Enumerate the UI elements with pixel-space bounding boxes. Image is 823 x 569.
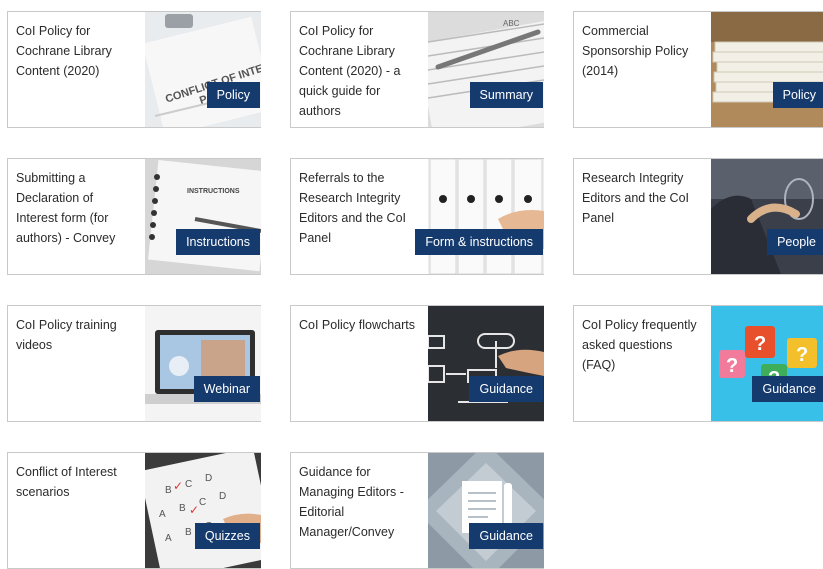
card-title: CoI Policy for Cochrane Library Content … xyxy=(16,24,112,78)
card-badge: Guidance xyxy=(469,376,543,402)
card-title: CoI Policy frequently asked questions (F… xyxy=(582,318,697,372)
svg-text:C: C xyxy=(185,479,192,490)
card-conflict-scenarios[interactable]: Conflict of Interest scenarios BCD ABCD … xyxy=(7,452,261,569)
svg-text:D: D xyxy=(205,473,212,484)
card-badge: Summary xyxy=(469,82,543,108)
svg-text:✓: ✓ xyxy=(189,503,199,517)
card-research-integrity-editors[interactable]: Research Integrity Editors and the CoI P… xyxy=(573,158,823,275)
svg-text:B: B xyxy=(179,503,186,514)
question-bubbles-icon: ???? xyxy=(711,306,823,421)
paper-stack-icon xyxy=(711,12,823,127)
laptop-video-icon xyxy=(145,306,261,421)
card-title: Research Integrity Editors and the CoI P… xyxy=(582,171,690,225)
card-badge: Guidance xyxy=(469,523,543,549)
card-badge: Guidance xyxy=(752,376,823,402)
svg-text:B: B xyxy=(165,485,172,496)
person-glasses-icon xyxy=(711,159,823,274)
card-badge: Quizzes xyxy=(194,523,260,549)
svg-text:INSTRUCTIONS: INSTRUCTIONS xyxy=(187,188,240,195)
flowchart-board-icon xyxy=(428,306,544,421)
svg-text:B: B xyxy=(185,527,192,538)
card-coi-quick-guide[interactable]: CoI Policy for Cochrane Library Content … xyxy=(290,11,544,128)
card-commercial-sponsorship[interactable]: Commercial Sponsorship Policy (2014) Pol… xyxy=(573,11,823,128)
svg-text:?: ? xyxy=(726,355,738,377)
card-title: Referrals to the Research Integrity Edit… xyxy=(299,171,407,245)
card-badge: Form & instructions xyxy=(415,229,543,255)
svg-text:?: ? xyxy=(796,344,808,366)
card-training-videos[interactable]: CoI Policy training videos Webinar xyxy=(7,305,261,422)
card-coi-faq[interactable]: CoI Policy frequently asked questions (F… xyxy=(573,305,823,422)
svg-text:A: A xyxy=(165,533,172,544)
card-coi-policy-library-content[interactable]: CoI Policy for Cochrane Library Content … xyxy=(7,11,261,128)
card-badge: People xyxy=(767,229,823,255)
card-badge: Policy xyxy=(772,82,823,108)
svg-text:✓: ✓ xyxy=(173,479,183,493)
conflict-of-interest-document-icon: CONFLICT OF INTEREST POLICY xyxy=(145,12,261,127)
card-badge: Instructions xyxy=(176,229,260,255)
card-title: Commercial Sponsorship Policy (2014) xyxy=(582,24,689,78)
card-coi-flowcharts[interactable]: CoI Policy flowcharts Guidance xyxy=(290,305,544,422)
card-title: CoI Policy flowcharts xyxy=(299,318,416,332)
svg-text:?: ? xyxy=(754,333,766,355)
card-title: Submitting a Declaration of Interest for… xyxy=(16,171,116,245)
card-submitting-declaration[interactable]: Submitting a Declaration of Interest for… xyxy=(7,158,261,275)
svg-text:ABC: ABC xyxy=(503,19,520,28)
card-referrals-research-integrity[interactable]: Referrals to the Research Integrity Edit… xyxy=(290,158,544,275)
document-pen-icon xyxy=(428,453,544,568)
card-badge: Policy xyxy=(206,82,260,108)
card-title: CoI Policy for Cochrane Library Content … xyxy=(299,24,401,118)
svg-text:A: A xyxy=(159,509,166,520)
card-title: Conflict of Interest scenarios xyxy=(16,465,117,499)
card-title: CoI Policy training videos xyxy=(16,318,117,352)
binders-hand-icon xyxy=(428,159,544,274)
card-guidance-managing-editors[interactable]: Guidance for Managing Editors - Editoria… xyxy=(290,452,544,569)
notebook-pen-icon: ABC xyxy=(428,12,544,127)
quiz-tablet-icon: BCD ABCD ABC ✓✓ xyxy=(145,453,261,568)
card-badge: Webinar xyxy=(193,376,260,402)
card-title: Guidance for Managing Editors - Editoria… xyxy=(299,465,404,539)
svg-text:C: C xyxy=(199,497,206,508)
instructions-booklet-icon: INSTRUCTIONS xyxy=(145,159,261,274)
svg-text:D: D xyxy=(219,491,226,502)
